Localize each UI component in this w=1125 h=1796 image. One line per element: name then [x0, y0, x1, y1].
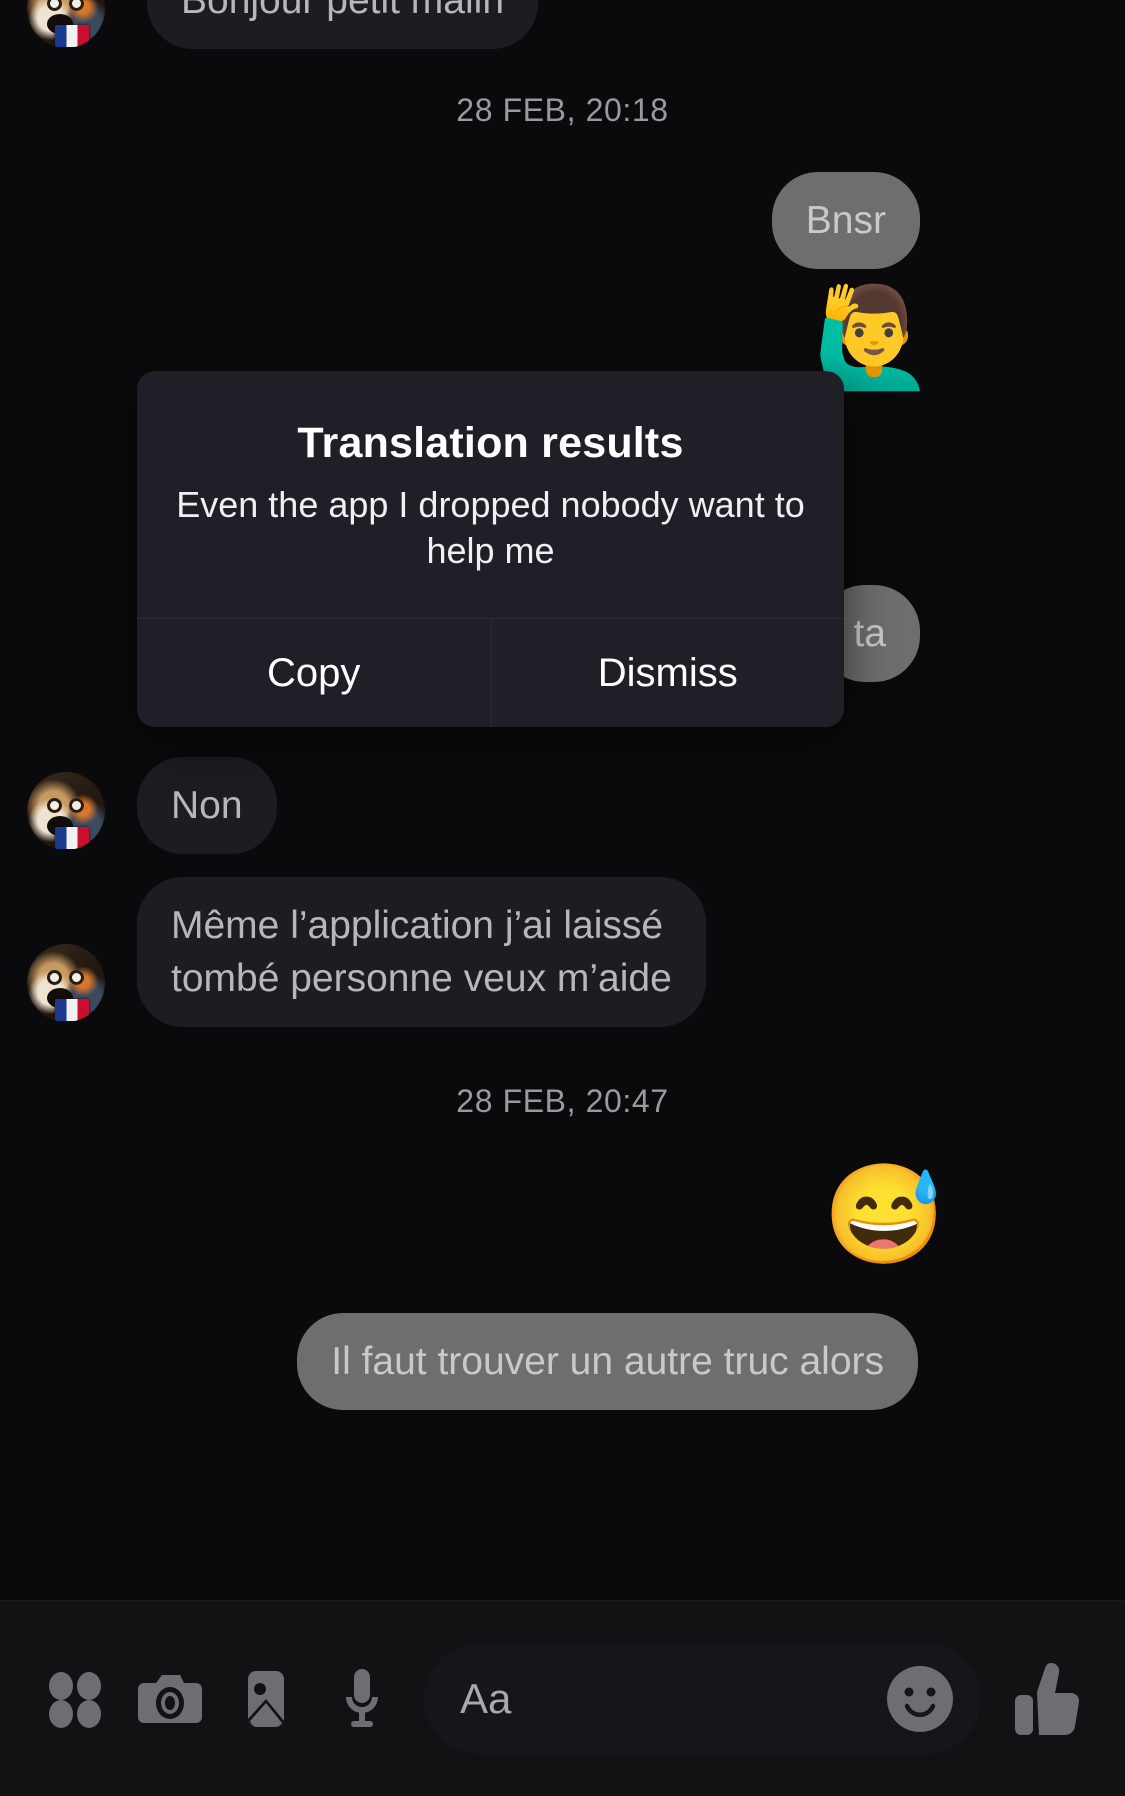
image-icon[interactable]	[218, 1651, 314, 1747]
microphone-icon[interactable]	[314, 1651, 410, 1747]
france-flag-badge	[55, 999, 89, 1021]
camera-icon[interactable]	[122, 1651, 218, 1747]
text-format-placeholder: Aa	[460, 1674, 512, 1722]
message-row[interactable]: Bonjour petit malin	[147, 0, 539, 50]
date-separator: 28 FEB, 20:18	[456, 92, 669, 128]
avatar-eye-left	[47, 970, 62, 985]
message-bubble-outgoing[interactable]: Il faut trouver un autre truc alors	[297, 1313, 918, 1411]
smiley-icon[interactable]	[881, 1660, 959, 1738]
four-dots-grid-icon[interactable]	[26, 1651, 122, 1747]
message-thread[interactable]: Bonjour petit malin 28 FEB, 20:18 Bnsr 🙋…	[0, 0, 1125, 1600]
dialog-actions: Copy Dismiss	[137, 618, 844, 728]
france-flag-badge	[55, 25, 89, 47]
dismiss-button[interactable]: Dismiss	[490, 619, 844, 728]
message-row[interactable]: Non	[137, 757, 277, 855]
message-row[interactable]: Bnsr	[771, 172, 1125, 270]
message-row[interactable]: Il faut trouver un autre truc alors	[297, 1313, 1125, 1411]
date-separator: 28 FEB, 20:47	[456, 1083, 669, 1119]
avatar[interactable]	[27, 944, 105, 1022]
message-row[interactable]: Même l’application j’ai laissé tombé per…	[137, 877, 706, 1028]
avatar-eye-left	[47, 798, 62, 813]
message-bubble-outgoing[interactable]: Bnsr	[771, 172, 920, 270]
avatar[interactable]	[27, 0, 105, 48]
avatar[interactable]	[27, 772, 105, 850]
message-bubble-incoming[interactable]: Non	[137, 757, 277, 855]
message-bubble-incoming[interactable]: Même l’application j’ai laissé tombé per…	[137, 877, 706, 1028]
message-input[interactable]: Aa	[424, 1643, 981, 1754]
message-row[interactable]: ta	[819, 585, 1125, 683]
avatar-eye-right	[69, 970, 84, 985]
message-emoji[interactable]: 😅	[823, 1165, 945, 1263]
dialog-title: Translation results	[297, 419, 684, 467]
thumbs-up-icon[interactable]	[995, 1647, 1099, 1751]
dialog-body: Translation results Even the app I dropp…	[137, 371, 844, 618]
copy-button[interactable]: Copy	[137, 619, 491, 728]
france-flag-badge	[55, 827, 89, 849]
message-bubble-incoming[interactable]: Bonjour petit malin	[147, 0, 539, 50]
avatar-eye-right	[69, 798, 84, 813]
dialog-message: Even the app I dropped nobody want to he…	[176, 484, 805, 572]
chat-screen: Bonjour petit malin 28 FEB, 20:18 Bnsr 🙋…	[0, 0, 1125, 1796]
translation-results-dialog: Translation results Even the app I dropp…	[137, 371, 844, 728]
composer-toolbar: Aa	[0, 1600, 1125, 1796]
